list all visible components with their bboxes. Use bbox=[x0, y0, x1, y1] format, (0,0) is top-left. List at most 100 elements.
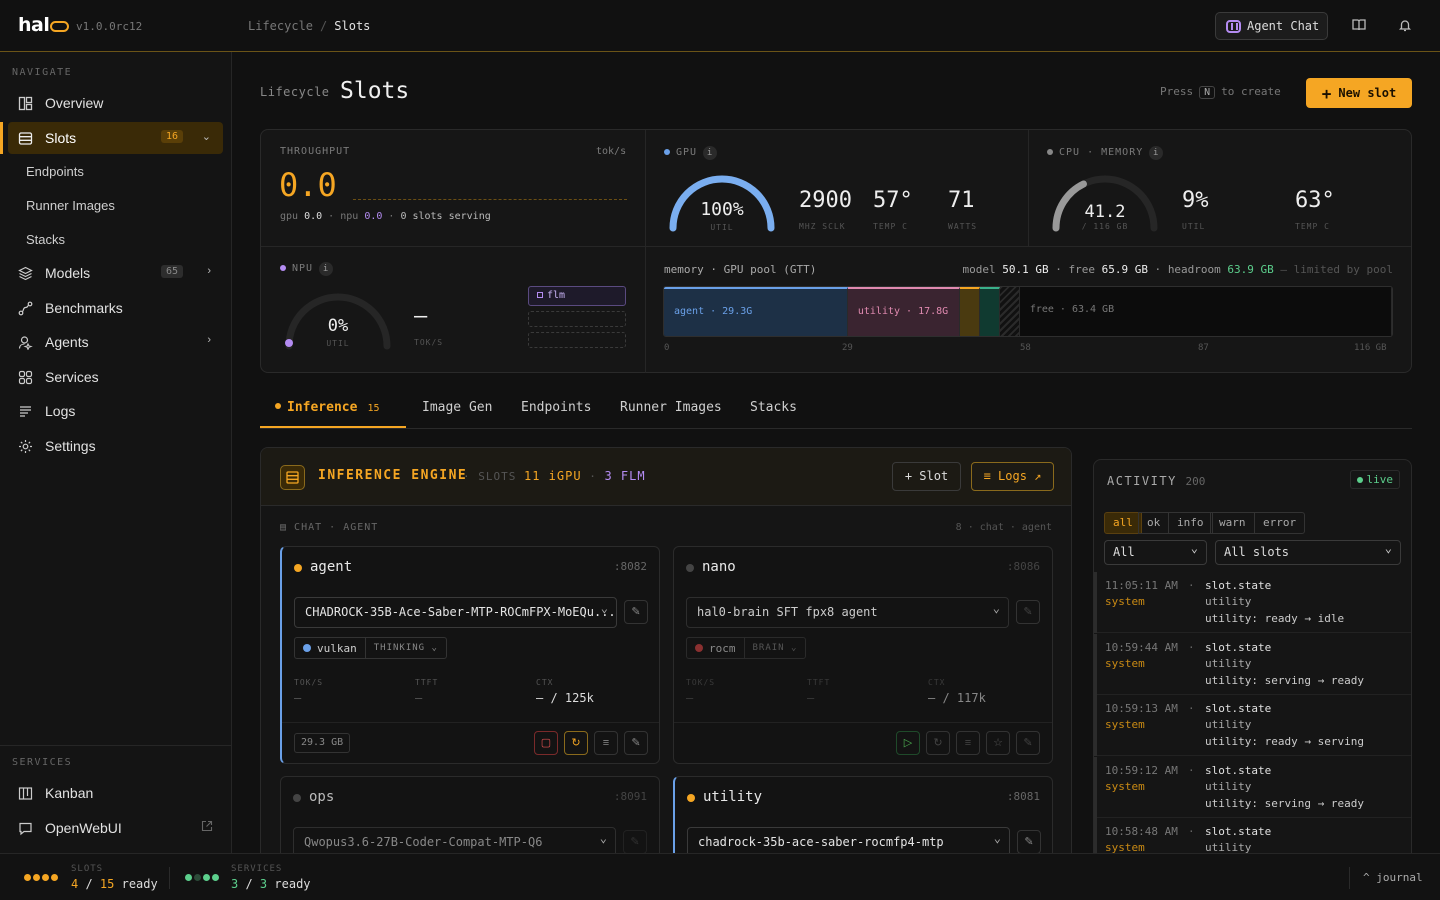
event-detail: utility: serving → ready bbox=[1205, 673, 1364, 687]
throughput-label: THROUGHPUT bbox=[280, 146, 351, 157]
mode-select[interactable]: THINKING ⌄ bbox=[364, 637, 446, 659]
edit-icon[interactable]: ✎ bbox=[1017, 830, 1041, 854]
gpu-util-value: 100% bbox=[700, 199, 744, 220]
slots-serving: 0 slots serving bbox=[400, 211, 491, 222]
model-select[interactable]: CHADROCK-35B-Ace-Saber-MTP-ROCmFPX-MoEQu… bbox=[294, 597, 617, 628]
memory-tick: 58 bbox=[1020, 343, 1031, 353]
restart-icon[interactable]: ↻ bbox=[926, 731, 950, 755]
edit-icon[interactable]: ✎ bbox=[1016, 600, 1040, 624]
page-section-label: Lifecycle bbox=[260, 85, 330, 99]
cpu-memory-value: 41.2 bbox=[1084, 202, 1126, 222]
event-type: slot.state bbox=[1205, 702, 1272, 715]
sidebar-item-settings[interactable]: Settings bbox=[8, 430, 223, 462]
tab-stacks[interactable]: Stacks bbox=[750, 400, 797, 415]
tab-inference-count: 15 bbox=[367, 403, 380, 414]
model-select[interactable]: hal0-brain SFT fpx8 agent bbox=[686, 597, 1009, 628]
tab-inference[interactable]: Inference 15 bbox=[275, 400, 380, 415]
cpu-util-value: 9% bbox=[1182, 188, 1209, 213]
event-source: system bbox=[1105, 718, 1145, 731]
sidebar: NAVIGATE Overview Slots 16 ⌄ Endpoints R… bbox=[0, 52, 232, 853]
new-slot-button[interactable]: + New slot bbox=[1306, 78, 1412, 108]
tab-image-gen[interactable]: Image Gen bbox=[422, 400, 492, 415]
sidebar-subitem-endpoints[interactable]: Endpoints bbox=[26, 164, 84, 179]
filter-all[interactable]: all bbox=[1104, 512, 1142, 534]
chevron-right-icon[interactable]: › bbox=[207, 334, 211, 346]
services-section-title: SERVICES bbox=[12, 757, 73, 768]
chevron-right-icon[interactable]: › bbox=[207, 265, 211, 277]
memory-segment: utility · 17.8G bbox=[847, 287, 960, 336]
sidebar-item-overview[interactable]: Overview bbox=[8, 87, 223, 119]
logs-icon: ≡ bbox=[983, 469, 999, 483]
gpu-temp-value: 57° bbox=[873, 188, 913, 213]
info-icon[interactable]: i bbox=[703, 146, 718, 160]
edit-icon[interactable]: ✎ bbox=[623, 830, 647, 854]
tab-runner-images[interactable]: Runner Images bbox=[620, 400, 722, 415]
npu-toks-label: TOK/S bbox=[414, 338, 444, 347]
bell-icon[interactable] bbox=[1398, 18, 1412, 32]
external-link-icon[interactable] bbox=[201, 820, 213, 835]
runtime-chip[interactable]: rocm BRAIN ⌄ bbox=[686, 637, 807, 659]
activity-event[interactable]: 10:59:44 AM system slot.state utility utilit… bbox=[1094, 633, 1411, 695]
slot-port: :8081 bbox=[1006, 790, 1040, 803]
event-detail: utility: ready → serving bbox=[1205, 735, 1364, 748]
level-select[interactable]: All bbox=[1104, 537, 1207, 565]
event-source: system bbox=[1105, 595, 1145, 608]
logs-icon[interactable]: ≡ bbox=[594, 731, 618, 755]
restart-icon[interactable]: ↻ bbox=[564, 731, 588, 755]
sidebar-item-agents[interactable]: Agents › bbox=[8, 326, 223, 358]
slot-memory-badge: 29.3 GB bbox=[294, 733, 351, 753]
activity-event[interactable]: 10:59:12 AM system slot.state utility utilit… bbox=[1094, 756, 1411, 818]
metric-label: TTFT bbox=[415, 678, 439, 687]
sidebar-item-models[interactable]: Models 65 › bbox=[8, 257, 223, 289]
activity-event[interactable]: 11:05:11 AM system slot.state utility utilit… bbox=[1094, 572, 1411, 633]
logs-icon[interactable]: ≡ bbox=[956, 731, 980, 755]
edit-icon[interactable]: ✎ bbox=[624, 600, 648, 624]
play-icon[interactable]: ▷ bbox=[896, 731, 920, 755]
journal-toggle[interactable]: ^ journal bbox=[1363, 871, 1423, 884]
breadcrumb-separator: / bbox=[320, 19, 328, 33]
slot-status-dot bbox=[294, 564, 302, 572]
throughput-unit: tok/s bbox=[596, 146, 627, 157]
book-icon[interactable] bbox=[1352, 18, 1366, 32]
star-icon[interactable]: ☆ bbox=[986, 731, 1010, 755]
sidebar-item-slots[interactable]: Slots 16 ⌄ bbox=[0, 122, 223, 154]
breadcrumb-parent[interactable]: Lifecycle bbox=[248, 19, 313, 33]
npu-slot-chip[interactable]: flm bbox=[528, 286, 626, 306]
runtime-dot bbox=[303, 644, 311, 652]
filter-ok[interactable]: ok bbox=[1138, 512, 1170, 534]
services-icon bbox=[18, 370, 33, 385]
edit-icon[interactable]: ✎ bbox=[1016, 731, 1040, 755]
slot-select[interactable]: All slots bbox=[1215, 537, 1401, 565]
stats-divider bbox=[1028, 130, 1029, 246]
filter-warn[interactable]: warn bbox=[1210, 512, 1255, 534]
mode-select[interactable]: BRAIN ⌄ bbox=[743, 637, 806, 659]
info-icon[interactable]: i bbox=[1149, 146, 1164, 160]
sidebar-item-logs[interactable]: Logs bbox=[8, 395, 223, 427]
filter-error[interactable]: error bbox=[1254, 512, 1306, 534]
event-detail: utility: ready → idle bbox=[1205, 612, 1345, 625]
sidebar-item-services[interactable]: Services bbox=[8, 361, 223, 393]
filter-info[interactable]: info bbox=[1168, 512, 1213, 534]
activity-event[interactable]: 10:59:13 AM system slot.state utility utilit… bbox=[1094, 695, 1411, 756]
edit-icon[interactable]: ✎ bbox=[624, 731, 648, 755]
memory-segment: free · 63.4 GB bbox=[1019, 287, 1392, 336]
info-icon[interactable]: i bbox=[319, 262, 334, 276]
add-slot-button[interactable]: + Slot bbox=[892, 462, 961, 491]
sidebar-subitem-stacks[interactable]: Stacks bbox=[26, 232, 65, 247]
metric-ctx: – / 125k bbox=[536, 691, 594, 705]
runtime-chip[interactable]: vulkan THINKING ⌄ bbox=[294, 637, 447, 659]
sidebar-item-openwebui[interactable]: OpenWebUI bbox=[8, 812, 223, 844]
metric-label: TOK/S bbox=[294, 678, 324, 687]
sidebar-item-benchmarks[interactable]: Benchmarks bbox=[8, 292, 223, 324]
event-time: 10:59:44 AM bbox=[1105, 640, 1178, 654]
logs-button[interactable]: ≡ Logs ↗ bbox=[971, 462, 1054, 491]
chevron-down-icon[interactable]: ⌄ bbox=[202, 130, 211, 143]
sidebar-item-kanban[interactable]: Kanban bbox=[8, 777, 223, 809]
sidebar-subitem-runner-images[interactable]: Runner Images bbox=[26, 198, 115, 213]
tab-endpoints[interactable]: Endpoints bbox=[521, 400, 591, 415]
stop-icon[interactable]: ▢ bbox=[534, 731, 558, 755]
agent-chat-button[interactable]: Agent Chat bbox=[1215, 12, 1328, 40]
slot-card-agent[interactable]: agent :8082 CHADROCK-35B-Ace-Saber-MTP-R… bbox=[280, 546, 660, 764]
slot-card-nano[interactable]: nano :8086 hal0-brain SFT fpx8 agent ✎ r… bbox=[673, 546, 1053, 764]
app-logo[interactable]: hal bbox=[18, 14, 70, 36]
